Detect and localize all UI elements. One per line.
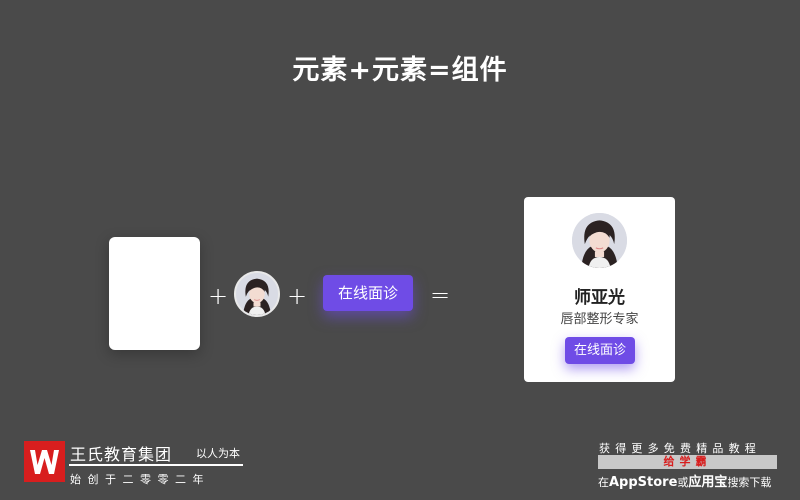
doctor-name: 师亚光: [574, 288, 625, 308]
equals-operator: =: [430, 281, 451, 309]
store-appstore: AppStore: [609, 475, 678, 490]
profile-card: 师亚光 唇部整形专家 在线面诊: [524, 197, 675, 382]
store-or: 或: [677, 476, 689, 489]
avatar: [572, 213, 627, 268]
avatar: [234, 271, 280, 317]
download-hint: 在AppStore或应用宝搜索下载: [598, 471, 771, 490]
card-consult-button[interactable]: 在线面诊: [565, 337, 635, 364]
avatar-portrait-icon: [236, 273, 278, 315]
online-consult-button[interactable]: 在线面诊: [323, 275, 413, 311]
blank-card-element: [109, 237, 200, 350]
brand-name: 王氏教育集团: [70, 445, 173, 464]
brand-founded: 始创于二零零二年: [70, 473, 210, 486]
wang-logo-icon: [24, 441, 65, 482]
app-name-bar: 给学霸: [598, 455, 777, 469]
search-download: 搜索下载: [727, 476, 772, 489]
page-title: 元素+元素=组件: [292, 55, 508, 86]
brand-divider: [69, 464, 243, 466]
avatar-portrait-icon: [572, 213, 627, 268]
doctor-role: 唇部整形专家: [560, 312, 639, 327]
plus-operator: +: [287, 282, 308, 310]
store-yingyongbao: 应用宝: [688, 475, 728, 490]
promo-text: 获得更多免费精品教程: [599, 442, 761, 455]
store-prefix: 在: [598, 476, 609, 489]
brand-slogan: 以人为本: [196, 447, 240, 460]
plus-operator: +: [208, 282, 229, 310]
